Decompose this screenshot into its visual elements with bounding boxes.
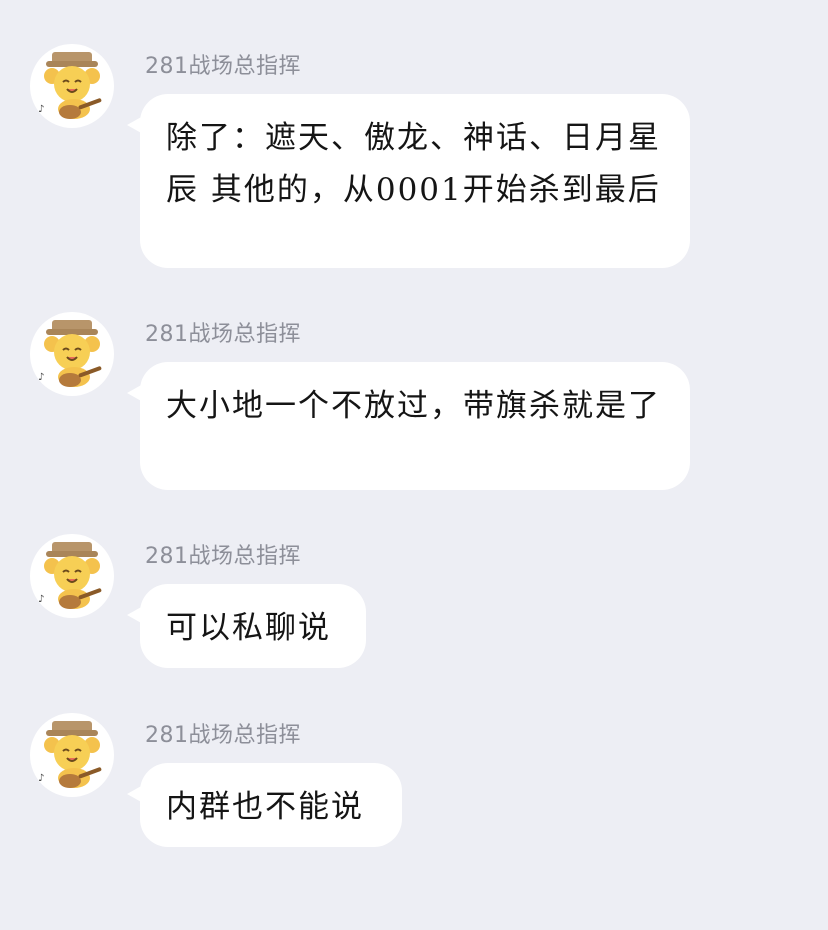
- message-text: 可以私聊说: [166, 610, 331, 646]
- chat-message: ♪ 281战场总指挥 可以私聊说: [0, 534, 828, 674]
- message-text: 内群也不能说: [166, 789, 364, 825]
- sender-name: 281战场总指挥: [145, 54, 301, 79]
- message-bubble[interactable]: 可以私聊说: [140, 584, 366, 668]
- chat-message-list[interactable]: ♪ 281战场总指挥 除了：遮天、傲龙、神话、日月星辰 其他的，从0001开始杀…: [0, 0, 828, 930]
- avatar[interactable]: ♪: [30, 312, 114, 396]
- svg-text:♪: ♪: [38, 104, 44, 115]
- chat-message: ♪ 281战场总指挥 大小地一个不放过，带旗杀就是了: [0, 312, 828, 492]
- cartoon-lion-guitar-avatar-icon: ♪: [38, 721, 102, 788]
- svg-text:♪: ♪: [38, 773, 44, 784]
- message-text: 大小地一个不放过，带旗杀就是了: [166, 388, 661, 424]
- cartoon-lion-guitar-avatar-icon: ♪: [38, 542, 102, 609]
- chat-message: ♪ 281战场总指挥 内群也不能说: [0, 713, 828, 853]
- message-bubble[interactable]: 除了：遮天、傲龙、神话、日月星辰 其他的，从0001开始杀到最后: [140, 94, 690, 268]
- message-bubble[interactable]: 大小地一个不放过，带旗杀就是了: [140, 362, 690, 490]
- message-bubble[interactable]: 内群也不能说: [140, 763, 402, 847]
- avatar[interactable]: ♪: [30, 44, 114, 128]
- avatar[interactable]: ♪: [30, 713, 114, 797]
- sender-name: 281战场总指挥: [145, 544, 301, 569]
- cartoon-lion-guitar-avatar-icon: ♪: [38, 320, 102, 387]
- sender-name: 281战场总指挥: [145, 322, 301, 347]
- svg-text:♪: ♪: [38, 372, 44, 383]
- sender-name: 281战场总指挥: [145, 723, 301, 748]
- cartoon-lion-guitar-avatar-icon: ♪: [38, 52, 102, 119]
- svg-text:♪: ♪: [38, 594, 44, 605]
- message-text: 除了：遮天、傲龙、神话、日月星辰 其他的，从0001开始杀到最后: [166, 120, 661, 208]
- avatar[interactable]: ♪: [30, 534, 114, 618]
- chat-message: ♪ 281战场总指挥 除了：遮天、傲龙、神话、日月星辰 其他的，从0001开始杀…: [0, 44, 828, 274]
